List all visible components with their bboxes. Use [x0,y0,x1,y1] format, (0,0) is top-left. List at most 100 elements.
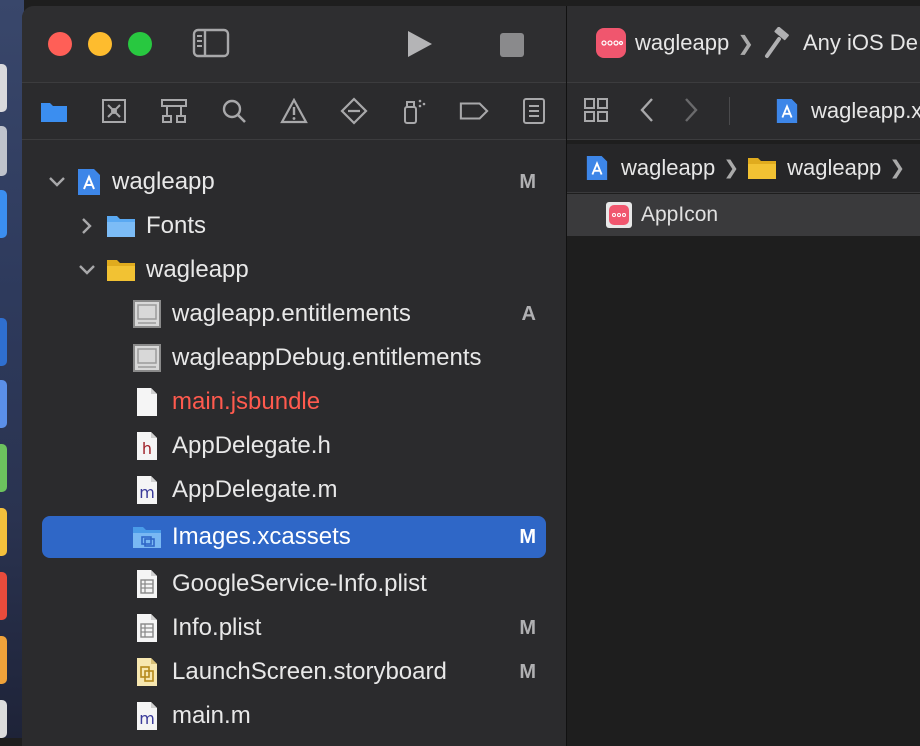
stop-button[interactable] [500,33,524,57]
file-name: Info.plist [172,614,262,641]
scheme-selector[interactable]: wagleapp ❯ [595,26,754,60]
app-icon [606,202,632,228]
dock-item[interactable] [0,318,7,366]
dock-item[interactable] [0,444,7,492]
storyboard-icon [137,658,157,686]
file-name: wagleappDebug.entitlements [172,344,482,371]
status-badge: M [519,660,536,683]
close-window-button[interactable] [48,32,72,56]
source-control-icon [102,99,126,123]
search-icon [222,99,246,123]
scheme-toolbar: wagleapp ❯ Any iOS De [567,6,920,82]
tree-row-file[interactable]: GoogleService-Info.plist [132,564,566,604]
tab-project-navigator[interactable] [39,96,69,126]
file-name: Images.xcassets [172,523,351,550]
breadcrumb-group[interactable]: wagleapp [787,155,881,181]
m-letter: m [139,709,155,728]
blank-file-icon [137,388,157,416]
play-icon [408,31,432,57]
project-navigator-pane: wagleapp M Fonts wagleapp wagleapp.entit… [22,6,567,746]
related-items-button[interactable] [583,97,609,129]
navigator-tab-bar [22,82,566,140]
objc-file-icon: m [137,476,157,504]
tab-find-navigator[interactable] [219,96,249,126]
forward-button[interactable] [683,97,699,129]
tag-icon [459,102,489,120]
folder-icon [107,260,135,281]
hierarchy-icon [161,99,187,123]
tree-row-file[interactable]: m AppDelegate.m [132,470,566,510]
tab-test-navigator[interactable] [339,96,369,126]
dock-item[interactable] [0,126,7,176]
tree-row-file[interactable]: m main.m [132,696,566,736]
dock-item[interactable] [0,572,7,620]
status-badge: M [519,525,536,548]
grid-icon [584,98,608,122]
tab-breakpoint-navigator[interactable] [459,96,489,126]
dock-item[interactable] [0,64,7,112]
status-badge: A [521,302,536,325]
breadcrumb: wagleapp ❯ wagleapp ❯ [585,152,905,184]
chevron-down-icon[interactable] [48,173,66,191]
file-name-missing: main.jsbundle [172,388,321,415]
destination-selector[interactable]: Any iOS De [763,26,918,60]
asset-list-row[interactable]: AppIcon [567,194,920,236]
chevron-right-icon[interactable] [78,217,96,235]
tab-source-control[interactable] [99,96,129,126]
test-diamond-icon [340,97,368,125]
objc-file-icon: m [137,702,157,730]
dock-item[interactable] [0,636,7,684]
tree-row-fonts-folder[interactable]: Fonts [78,206,566,246]
chevron-left-icon [640,98,653,122]
scheme-name: wagleapp [635,30,730,55]
back-button[interactable] [639,97,655,129]
tab-issue-navigator[interactable] [279,96,309,126]
folder-icon [748,158,777,179]
file-name: wagleapp.entitlements [172,300,411,327]
breadcrumb-separator: ❯ [889,157,906,179]
dock-item[interactable] [0,508,7,556]
file-name: LaunchScreen.storyboard [172,658,447,685]
tree-row-file[interactable]: LaunchScreen.storyboard M [132,652,566,692]
tree-row-file[interactable]: wagleapp.entitlements A [132,294,566,334]
jump-bar: wagleapp ❯ wagleapp ❯ [567,144,920,193]
tree-row-file[interactable]: h AppDelegate.h [132,426,566,466]
zoom-window-button[interactable] [128,32,152,56]
tree-row-file[interactable]: Info.plist M [132,608,566,648]
tree-row-wagleapp-group[interactable]: wagleapp [78,250,566,290]
hammer-icon [765,27,789,58]
tree-row-file[interactable]: wagleappDebug.entitlements [132,338,566,378]
plist-icon [137,570,157,598]
breadcrumb-separator: ❯ [737,32,754,55]
breadcrumb-project[interactable]: wagleapp [621,155,715,181]
tree-row-file-selected[interactable]: Images.xcassets M [42,516,546,558]
toggle-sidebar-button[interactable] [192,28,230,58]
dock-item[interactable] [0,190,7,238]
tree-row-project[interactable]: wagleapp M [48,162,566,202]
report-list-icon [523,98,545,124]
chevron-down-icon[interactable] [78,261,96,279]
editor-area: wagleapp ❯ Any iOS De wagleapp.x wagleap… [567,6,920,746]
status-badge: M [519,616,536,639]
editor-tab-file[interactable]: wagleapp.x [775,95,920,127]
folder-icon [41,103,67,122]
folder-icon [107,216,135,237]
file-name: main.m [172,702,251,729]
asset-item-appicon[interactable]: AppIcon [605,199,718,231]
tree-row-file[interactable]: main.jsbundle [132,382,566,422]
tab-symbol-navigator[interactable] [159,96,189,126]
minimize-window-button[interactable] [88,32,112,56]
app-icon [596,28,626,58]
tab-report-navigator[interactable] [519,96,549,126]
h-letter: h [142,439,152,458]
asset-catalog-icon [133,527,161,548]
spray-can-icon [404,99,426,124]
run-button[interactable] [402,28,436,60]
tab-debug-navigator[interactable] [399,96,429,126]
window-titlebar [22,6,566,82]
warning-icon [280,98,308,124]
plist-icon [137,614,157,642]
dock-item[interactable] [0,380,7,428]
dock-item[interactable] [0,700,7,738]
xcode-project-icon [78,169,100,195]
